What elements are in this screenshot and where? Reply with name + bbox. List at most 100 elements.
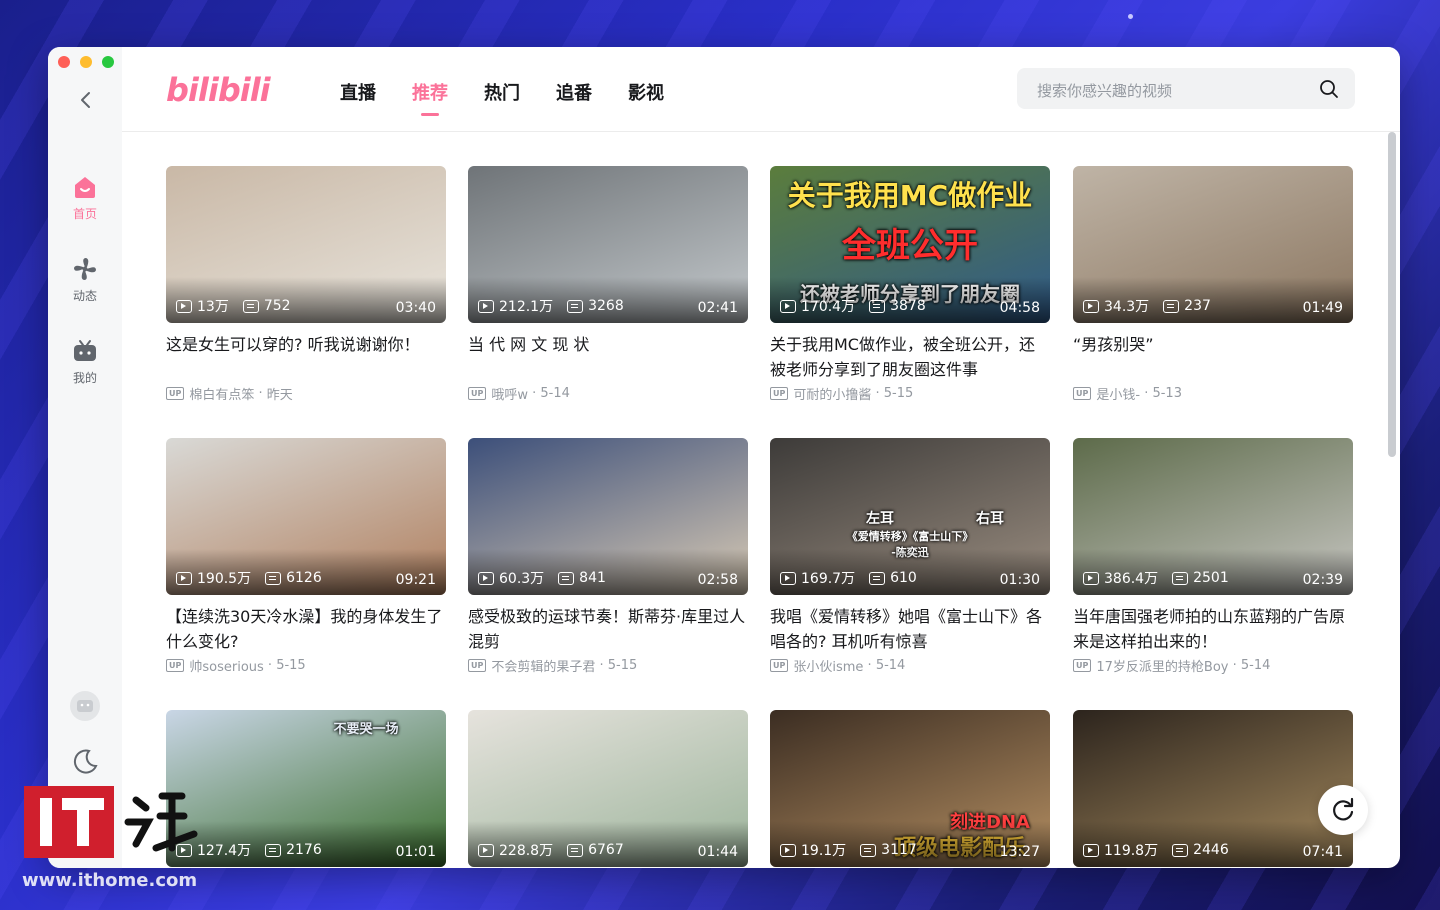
sidebar-item-dynamic[interactable]: 动态 <box>48 255 122 304</box>
uploader-name[interactable]: 可耐的小撸酱 <box>793 384 871 403</box>
video-thumbnail[interactable]: 不要哭一场 127.4万 2176 01:01 <box>166 710 446 867</box>
meta-separator: · <box>863 657 876 673</box>
video-card[interactable]: 119.8万 2446 07:41 <box>1073 710 1353 867</box>
video-card[interactable]: 34.3万 237 01:49 “男孩别哭” UP 是小钱- · 5-13 <box>1073 166 1353 403</box>
uploader-name[interactable]: 是小钱- <box>1096 384 1140 403</box>
uploader-name[interactable]: 哦呼w <box>491 384 528 403</box>
video-card[interactable]: 228.8万 6767 01:44 <box>468 710 748 867</box>
video-card[interactable]: 13万 752 03:40 这是女生可以穿的? 听我说谢谢你！ UP 棉白有点笨 · 昨天 <box>166 166 446 403</box>
sidebar-item-home[interactable]: 首页 <box>48 173 122 222</box>
view-count: 228.8万 <box>499 843 554 859</box>
video-thumbnail[interactable]: 190.5万 6126 09:21 <box>166 438 446 595</box>
video-meta: UP 可耐的小撸酱 · 5-15 <box>770 384 1050 403</box>
video-title[interactable]: 【连续洗30天冷水澡】我的身体发生了什么变化? <box>166 604 446 654</box>
play-count-icon <box>780 843 796 857</box>
search-box[interactable]: 搜索你感兴趣的视频 <box>1017 68 1355 109</box>
video-thumbnail[interactable]: 119.8万 2446 07:41 <box>1073 710 1353 867</box>
danmaku-icon <box>860 843 877 857</box>
zoom-window-button[interactable] <box>102 56 114 68</box>
play-count-icon <box>176 299 192 313</box>
tab-movies[interactable]: 影视 <box>628 79 664 105</box>
danmaku-icon <box>567 843 584 857</box>
video-thumbnail[interactable]: 60.3万 841 02:58 <box>468 438 748 595</box>
tv-icon <box>74 340 96 361</box>
uploader-badge-icon: UP <box>468 658 487 672</box>
play-count-icon <box>1083 571 1099 585</box>
video-card[interactable]: 关于我用MC做作业全班公开还被老师分享到了朋友圈170.4万387804:58 关… <box>770 166 1050 403</box>
uploader-name[interactable]: 棉白有点笨 <box>189 384 254 403</box>
top-bar: bilibili 直播 推荐 热门 追番 影视 搜索你感兴趣的视频 <box>122 47 1400 132</box>
video-thumbnail[interactable]: 212.1万 3268 02:41 <box>468 166 748 323</box>
video-duration: 03:40 <box>395 300 436 316</box>
minimize-window-button[interactable] <box>80 56 92 68</box>
play-count-icon <box>780 299 796 313</box>
uploader-badge-icon: UP <box>1073 386 1092 400</box>
upload-date: 5-13 <box>1152 385 1182 401</box>
play-count-icon <box>478 843 494 857</box>
video-title[interactable]: 当 代 网 文 现 状 <box>468 332 748 382</box>
video-title[interactable]: 当年唐国强老师拍的山东蓝翔的广告原来是这样拍出来的！ <box>1073 604 1353 654</box>
video-title[interactable]: 关于我用MC做作业，被全班公开，还被老师分享到了朋友圈这件事 <box>770 332 1050 382</box>
danmaku-icon <box>1172 843 1189 857</box>
video-thumbnail[interactable]: 34.3万 237 01:49 <box>1073 166 1353 323</box>
view-count: 190.5万 <box>197 571 252 587</box>
meta-separator: · <box>1228 657 1241 673</box>
meta-separator: · <box>263 657 277 673</box>
uploader-name[interactable]: 帅soserious <box>189 656 263 675</box>
tab-popular[interactable]: 热门 <box>484 79 520 105</box>
video-title[interactable]: “男孩别哭” <box>1073 332 1353 382</box>
tab-live[interactable]: 直播 <box>340 79 376 105</box>
uploader-name[interactable]: 张小伙isme <box>793 656 863 675</box>
video-card[interactable]: 刻进DNA顶级电影配乐19.1万311713:27 <box>770 710 1050 867</box>
play-count-icon <box>780 571 796 585</box>
video-card[interactable]: 386.4万 2501 02:39 当年唐国强老师拍的山东蓝翔的广告原来是这样拍出来的… <box>1073 438 1353 675</box>
uploader-badge-icon: UP <box>468 386 487 400</box>
video-meta: UP 17岁反派里的持枪Boy · 5-14 <box>1073 656 1353 675</box>
video-thumbnail[interactable]: 228.8万 6767 01:44 <box>468 710 748 867</box>
view-count: 13万 <box>197 299 229 315</box>
refresh-button[interactable] <box>1318 785 1368 835</box>
video-duration: 01:49 <box>1302 300 1343 316</box>
video-title[interactable]: 感受极致的运球节奏！斯蒂芬·库里过人混剪 <box>468 604 748 654</box>
video-card[interactable]: 不要哭一场 127.4万 2176 01:01 <box>166 710 446 867</box>
uploader-name[interactable]: 17岁反派里的持枪Boy <box>1096 656 1228 675</box>
video-stats: 19.1万 3117 <box>780 840 931 860</box>
thumbnail-caption: 不要哭一场 <box>333 722 399 737</box>
video-thumbnail[interactable]: 刻进DNA顶级电影配乐19.1万311713:27 <box>770 710 1050 867</box>
video-card[interactable]: 190.5万 6126 09:21 【连续洗30天冷水澡】我的身体发生了什么变化? UP… <box>166 438 446 675</box>
search-icon[interactable] <box>1319 79 1339 99</box>
scrollbar[interactable] <box>1388 132 1396 457</box>
video-title[interactable]: 这是女生可以穿的? 听我说谢谢你！ <box>166 332 446 382</box>
video-card[interactable]: 左耳右耳《爱情转移》《富士山下》-陈奕迅169.7万61001:30 我唱《爱情转… <box>770 438 1050 675</box>
uploader-badge-icon: UP <box>166 658 185 672</box>
bilibili-logo[interactable]: bilibili <box>166 71 271 109</box>
back-arrow-icon[interactable] <box>75 89 97 111</box>
search-input[interactable]: 搜索你感兴趣的视频 <box>1037 80 1172 101</box>
tab-recommend[interactable]: 推荐 <box>412 79 448 105</box>
video-thumbnail[interactable]: 关于我用MC做作业全班公开还被老师分享到了朋友圈170.4万387804:58 <box>770 166 1050 323</box>
video-stats: 60.3万 841 <box>478 568 620 588</box>
video-thumbnail[interactable]: 386.4万 2501 02:39 <box>1073 438 1353 595</box>
danmaku-icon <box>242 299 259 313</box>
view-count: 60.3万 <box>499 571 545 587</box>
close-window-button[interactable] <box>58 56 70 68</box>
app-window: 首页 动态 我的 bilibili 直播 推荐 热门 追番 影视 搜索你感兴趣的… <box>48 47 1400 868</box>
danmaku-count: 3878 <box>890 298 926 314</box>
meta-separator: · <box>871 385 884 401</box>
video-card[interactable]: 212.1万 3268 02:41 当 代 网 文 现 状 UP 哦呼w · 5-14 <box>468 166 748 403</box>
tab-anime[interactable]: 追番 <box>556 79 592 105</box>
video-thumbnail[interactable]: 13万 752 03:40 <box>166 166 446 323</box>
video-stats: 169.7万 610 <box>780 568 931 588</box>
video-stats: 212.1万 3268 <box>478 296 638 316</box>
moon-icon[interactable] <box>69 746 101 778</box>
view-count: 127.4万 <box>197 843 252 859</box>
view-count: 34.3万 <box>1104 299 1150 315</box>
video-title[interactable]: 我唱《爱情转移》她唱《富士山下》各唱各的? 耳机听有惊喜 <box>770 604 1050 654</box>
uploader-name[interactable]: 不会剪辑的果子君 <box>491 656 595 675</box>
video-duration: 07:41 <box>1302 844 1343 860</box>
video-thumbnail[interactable]: 左耳右耳《爱情转移》《富士山下》-陈奕迅169.7万61001:30 <box>770 438 1050 595</box>
avatar-icon[interactable] <box>69 690 101 722</box>
upload-date: 5-15 <box>607 657 638 673</box>
video-card[interactable]: 60.3万 841 02:58 感受极致的运球节奏！斯蒂芬·库里过人混剪 UP 不会剪辑的… <box>468 438 748 675</box>
sidebar-item-mine[interactable]: 我的 <box>48 337 122 386</box>
